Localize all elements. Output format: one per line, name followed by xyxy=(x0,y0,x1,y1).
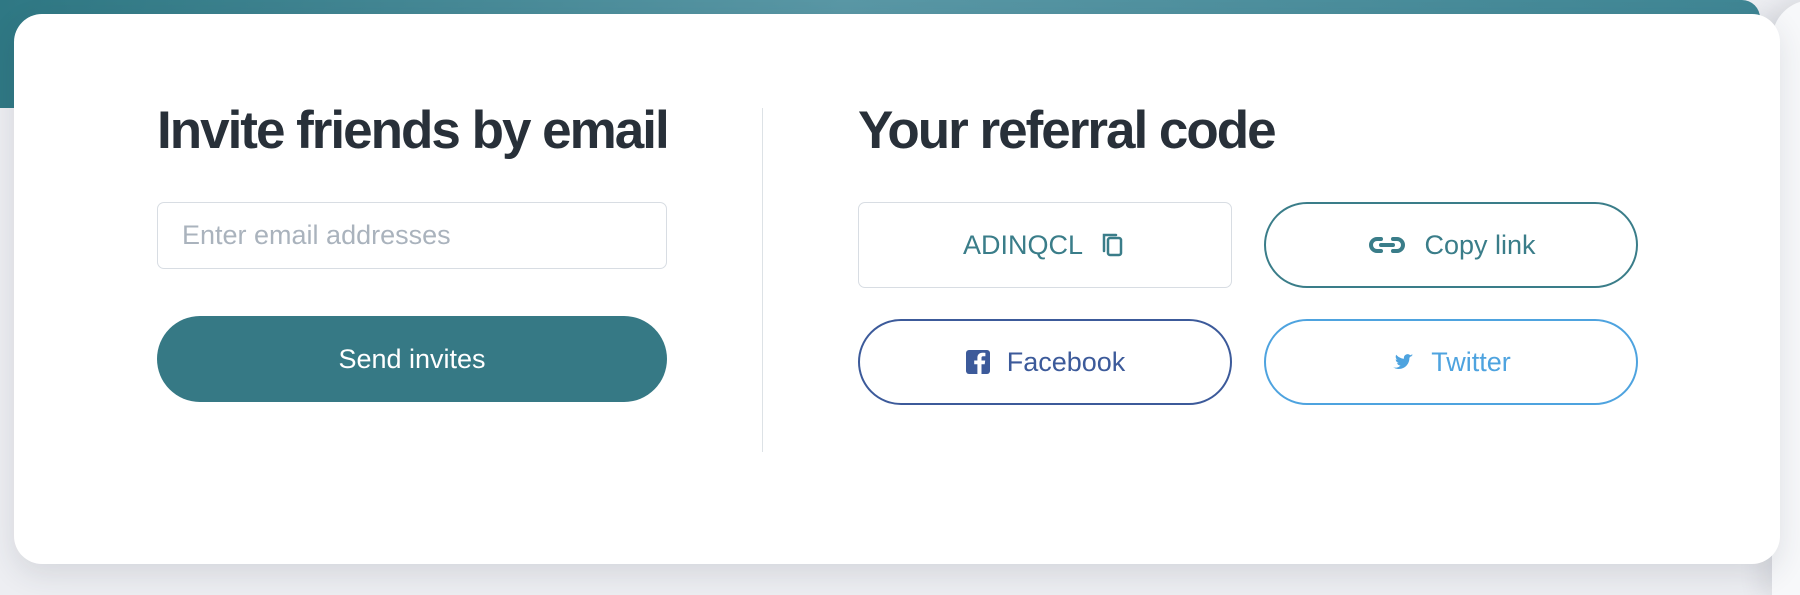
send-invites-button[interactable]: Send invites xyxy=(157,316,667,402)
section-divider xyxy=(762,108,763,452)
copy-icon xyxy=(1099,230,1127,260)
facebook-icon xyxy=(965,349,991,375)
referral-section-title: Your referral code xyxy=(858,101,1277,160)
email-addresses-input[interactable] xyxy=(157,202,667,269)
link-icon xyxy=(1366,233,1408,257)
facebook-share-button[interactable]: Facebook xyxy=(858,319,1232,405)
copy-link-label: Copy link xyxy=(1424,229,1536,260)
facebook-label: Facebook xyxy=(1006,346,1126,377)
twitter-icon xyxy=(1391,350,1415,374)
invite-section-title: Invite friends by email xyxy=(157,101,670,160)
twitter-label: Twitter xyxy=(1431,346,1511,377)
copy-link-button[interactable]: Copy link xyxy=(1264,202,1638,288)
referral-code-text: ADINQCL xyxy=(962,229,1084,260)
referral-code-copy-button[interactable]: ADINQCL xyxy=(858,202,1232,288)
twitter-share-button[interactable]: Twitter xyxy=(1264,319,1638,405)
invite-referral-card: Invite friends by email Send invites You… xyxy=(14,14,1780,564)
